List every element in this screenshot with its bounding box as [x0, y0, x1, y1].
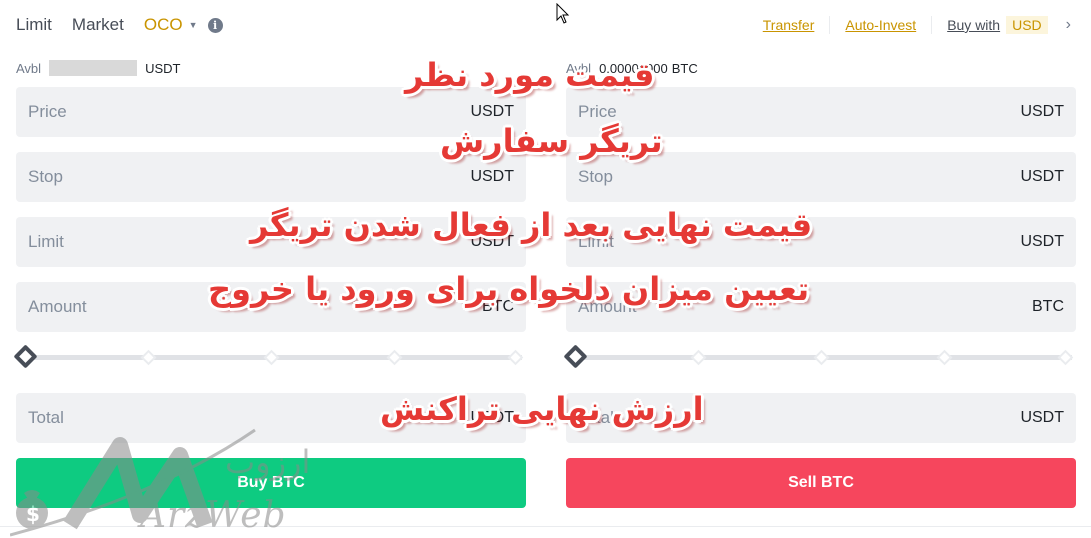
avbl-label: Avbl — [566, 60, 592, 76]
header-links: Transfer Auto-Invest Buy with USD › — [763, 13, 1071, 37]
slider-step-75[interactable] — [936, 349, 953, 366]
divider — [829, 16, 831, 34]
slider-step-25[interactable] — [140, 349, 157, 366]
slider-step-100[interactable] — [507, 349, 524, 366]
field-label: Price — [28, 102, 67, 121]
stop-input[interactable]: Stop USDT — [16, 152, 526, 202]
buy-button[interactable]: Buy BTC — [16, 458, 526, 508]
available-balance: Avbl 0.00000000 BTC — [566, 58, 1076, 78]
slider-handle[interactable] — [563, 344, 588, 369]
caret-down-icon[interactable]: ▼ — [189, 20, 198, 30]
total-input[interactable]: Total USDT — [16, 393, 526, 443]
sell-button[interactable]: Sell BTC — [566, 458, 1076, 508]
field-unit: USDT — [1020, 168, 1064, 185]
auto-invest-link[interactable]: Auto-Invest — [845, 17, 916, 33]
field-unit: USDT — [1020, 409, 1064, 426]
field-unit: USDT — [470, 409, 514, 426]
field-label: Stop — [28, 167, 63, 186]
stop-input[interactable]: Stop USDT — [566, 152, 1076, 202]
field-label: Amount — [578, 297, 637, 316]
amount-slider[interactable] — [13, 344, 526, 369]
amount-input[interactable]: Amount BTC — [16, 282, 526, 332]
avbl-label: Avbl — [16, 60, 42, 76]
field-unit: USDT — [1020, 233, 1064, 250]
amount-slider[interactable] — [563, 344, 1076, 369]
slider-handle[interactable] — [13, 344, 38, 369]
field-unit: USDT — [470, 103, 514, 120]
field-unit: USDT — [1020, 103, 1064, 120]
field-unit: USDT — [470, 233, 514, 250]
available-balance: Avbl USDT — [16, 58, 526, 78]
avbl-unit: BTC — [671, 60, 698, 76]
avbl-value: 0.00000000 — [599, 60, 668, 76]
field-label: Stop — [578, 167, 613, 186]
tab-market[interactable]: Market — [72, 15, 124, 35]
field-label: Total — [578, 408, 614, 427]
field-unit: USDT — [470, 168, 514, 185]
transfer-link[interactable]: Transfer — [763, 17, 815, 33]
slider-step-75[interactable] — [386, 349, 403, 366]
buy-panel: Avbl USDT Price USDT Stop USDT Limit USD… — [13, 58, 526, 508]
tab-oco[interactable]: OCO — [144, 15, 183, 35]
sell-panel: Avbl 0.00000000 BTC Price USDT Stop USDT… — [563, 58, 1076, 508]
currency-badge[interactable]: USD — [1006, 16, 1048, 34]
field-label: Limit — [28, 232, 64, 251]
buy-with-link[interactable]: Buy with — [947, 17, 1000, 33]
slider-step-100[interactable] — [1057, 349, 1074, 366]
mouse-cursor-icon — [556, 3, 570, 24]
chevron-right-icon[interactable]: › — [1066, 16, 1071, 34]
field-label: Limit — [578, 232, 614, 251]
avbl-unit: USDT — [145, 60, 181, 76]
amount-input[interactable]: Amount BTC — [566, 282, 1076, 332]
total-input[interactable]: Total USDT — [566, 393, 1076, 443]
order-type-tabs: Limit Market OCO ▼ i — [16, 13, 223, 37]
redacted-balance — [49, 60, 138, 76]
field-label: Total — [28, 408, 64, 427]
field-label: Price — [578, 102, 617, 121]
info-icon[interactable]: i — [207, 17, 223, 33]
slider-step-50[interactable] — [263, 349, 280, 366]
field-unit: BTC — [482, 298, 514, 315]
field-unit: BTC — [1032, 298, 1064, 315]
limit-input[interactable]: Limit USDT — [566, 217, 1076, 267]
divider — [931, 16, 933, 34]
field-label: Amount — [28, 297, 87, 316]
tab-limit[interactable]: Limit — [16, 15, 52, 35]
price-input[interactable]: Price USDT — [566, 87, 1076, 137]
price-input[interactable]: Price USDT — [16, 87, 526, 137]
slider-step-25[interactable] — [690, 349, 707, 366]
slider-step-50[interactable] — [813, 349, 830, 366]
divider — [0, 526, 1091, 527]
limit-input[interactable]: Limit USDT — [16, 217, 526, 267]
